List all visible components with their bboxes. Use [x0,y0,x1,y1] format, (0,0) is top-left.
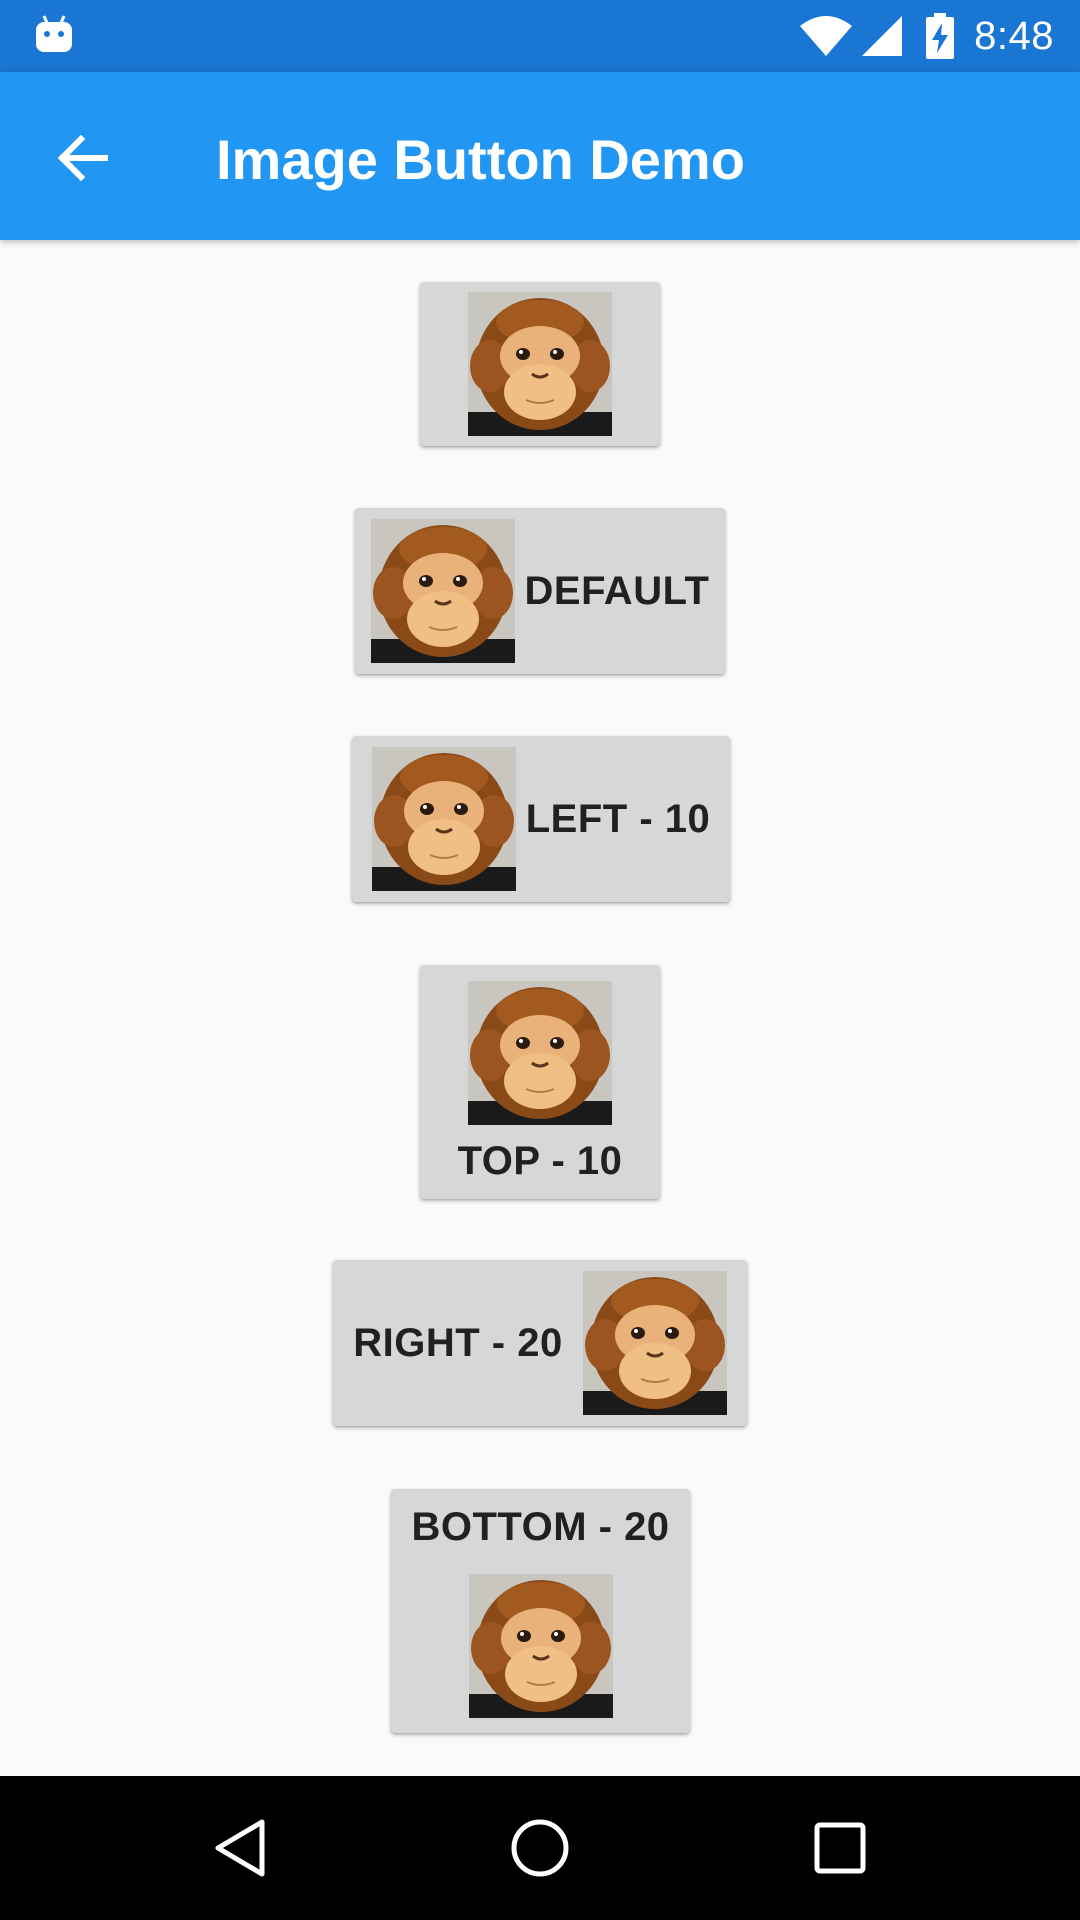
nav-home-button[interactable] [490,1798,590,1898]
status-time: 8:48 [974,13,1054,58]
back-button[interactable] [38,114,126,202]
status-bar: 8:48 [0,0,1080,72]
page-title: Image Button Demo [216,128,745,191]
monkey-image [371,519,515,663]
cell-signal-icon [862,16,903,56]
button-label: BOTTOM - 20 [411,1504,670,1549]
monkey-image [468,292,612,436]
monkey-image [583,1271,727,1415]
monkey-image [468,981,612,1125]
button-label: RIGHT - 20 [353,1320,563,1365]
navigation-bar [0,1776,1080,1920]
button-label: DEFAULT [524,568,710,613]
bottom-20-button[interactable]: BOTTOM - 20 [391,1489,690,1733]
top-10-button[interactable]: TOP - 10 [420,965,660,1199]
nav-recents-button[interactable] [790,1798,890,1898]
wifi-icon [800,16,853,56]
default-button[interactable]: DEFAULT [355,508,725,674]
monkey-image [372,747,516,891]
nav-back-button[interactable] [190,1798,290,1898]
nav-recents-icon [814,1822,866,1874]
right-20-button[interactable]: RIGHT - 20 [333,1260,747,1426]
android-notification-icon [36,15,72,52]
button-label: LEFT - 10 [525,796,711,841]
app-bar: Image Button Demo [0,72,1080,240]
nav-back-icon [215,1819,265,1877]
nav-home-icon [511,1819,569,1877]
button-label: TOP - 10 [457,1138,623,1183]
arrow-back-icon [57,134,108,182]
monkey-image [469,1574,613,1718]
left-10-button[interactable]: LEFT - 10 [352,736,730,902]
image-only-button[interactable] [420,282,660,446]
battery-charging-icon [926,13,955,59]
